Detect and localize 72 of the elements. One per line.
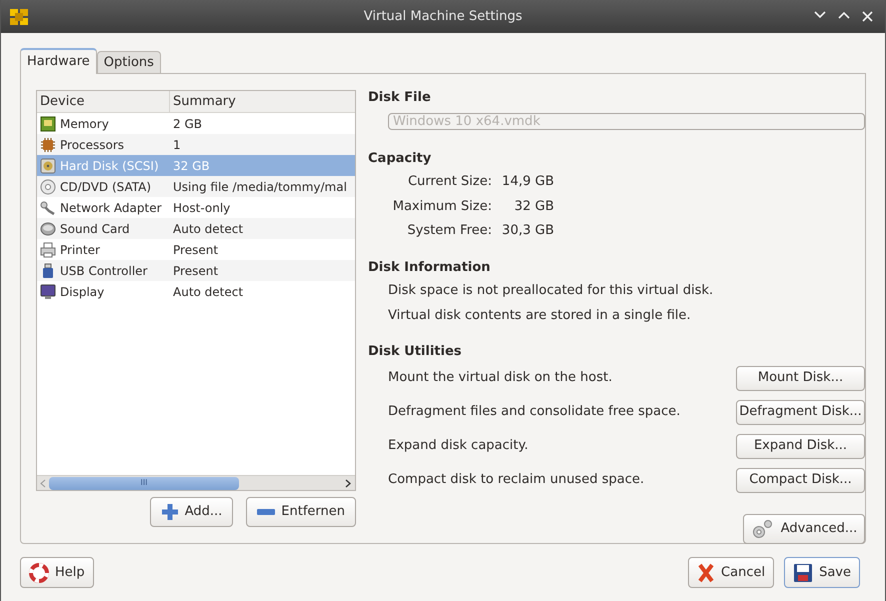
advanced-button[interactable]: Advanced... bbox=[743, 514, 865, 544]
printer-icon bbox=[40, 242, 56, 258]
maximize-icon[interactable] bbox=[838, 11, 850, 19]
remove-button[interactable]: Entfernen bbox=[246, 497, 356, 527]
utility-button[interactable]: Mount Disk... bbox=[736, 366, 865, 390]
add-button[interactable]: Add... bbox=[150, 497, 234, 527]
info-text: Disk space is not preallocated for this virtual disk. bbox=[388, 282, 714, 300]
device-summary: Host-only bbox=[172, 200, 230, 216]
column-header[interactable]: Summary bbox=[170, 91, 355, 112]
device-row[interactable]: Sound Card Auto detect bbox=[37, 218, 355, 239]
memory-icon bbox=[40, 116, 56, 132]
minimize-icon[interactable] bbox=[814, 11, 826, 19]
utility-description: Defragment files and consolidate free space. bbox=[388, 403, 680, 422]
utility-button[interactable]: Defragment Disk... bbox=[736, 400, 865, 424]
app-logo-icon bbox=[9, 8, 29, 26]
section-heading: Disk Utilities bbox=[368, 343, 463, 361]
cancel-button[interactable]: Cancel bbox=[688, 557, 774, 588]
tab[interactable]: Hardware bbox=[20, 48, 97, 74]
utility-description: Compact disk to reclaim unused space. bbox=[388, 471, 644, 490]
device-summary: 1 bbox=[172, 136, 181, 154]
field-value: 30,3 GB bbox=[500, 222, 554, 240]
cd-icon bbox=[40, 178, 56, 194]
sound-icon bbox=[40, 220, 56, 236]
minus-icon bbox=[257, 509, 276, 515]
device-summary: Present bbox=[172, 242, 218, 258]
utility-description: Mount the virtual disk on the host. bbox=[388, 369, 612, 388]
window-title: Virtual Machine Settings bbox=[364, 8, 522, 26]
device-name: USB Controller bbox=[60, 262, 148, 280]
device-name: Hard Disk (SCSI) bbox=[60, 158, 159, 174]
utility-button[interactable]: Expand Disk... bbox=[736, 434, 865, 458]
section-heading: Capacity bbox=[368, 150, 432, 168]
device-row[interactable]: USB Controller Present bbox=[37, 260, 355, 281]
display-icon bbox=[40, 284, 56, 300]
utility-description: Expand disk capacity. bbox=[388, 437, 528, 456]
device-name: Sound Card bbox=[60, 220, 130, 238]
plus-icon bbox=[160, 503, 179, 521]
field-value: 14,9 GB bbox=[500, 173, 554, 191]
device-summary: Auto detect bbox=[172, 220, 244, 238]
floppy-icon bbox=[793, 562, 814, 582]
cross-icon bbox=[697, 562, 716, 582]
close-icon[interactable] bbox=[862, 11, 873, 22]
processor-icon bbox=[40, 136, 56, 152]
column-header[interactable]: Device bbox=[37, 91, 170, 112]
utility-button[interactable]: Compact Disk... bbox=[736, 468, 865, 492]
device-name: Display bbox=[60, 284, 104, 300]
device-summary: Using file /media/tommy/mal bbox=[172, 178, 347, 196]
device-name: Network Adapter bbox=[60, 200, 162, 216]
grip-text: III bbox=[140, 479, 148, 487]
save-button[interactable]: Save bbox=[784, 557, 860, 588]
section-heading: Disk Information bbox=[368, 258, 492, 276]
lifebuoy-icon bbox=[29, 562, 49, 582]
device-summary: 32 GB bbox=[172, 158, 210, 174]
device-name: Processors bbox=[60, 136, 124, 154]
field-label: System Free: bbox=[406, 222, 492, 240]
device-summary: Present bbox=[172, 262, 218, 280]
section-heading: Disk File bbox=[368, 89, 432, 107]
field-value: 32 GB bbox=[513, 198, 554, 216]
device-summary: 2 GB bbox=[172, 116, 202, 132]
usb-icon bbox=[40, 262, 56, 278]
info-text: Virtual disk contents are stored in a single file. bbox=[388, 306, 692, 324]
field-label: Current Size: bbox=[406, 173, 492, 191]
device-name: Memory bbox=[60, 116, 109, 132]
field-label: Maximum Size: bbox=[392, 198, 492, 216]
gears-icon bbox=[750, 518, 773, 538]
device-name: Printer bbox=[60, 242, 100, 258]
device-row[interactable]: CD/DVD (SATA) Using file /media/tommy/mal bbox=[37, 176, 355, 197]
tab[interactable]: Options bbox=[96, 51, 161, 73]
device-name: CD/DVD (SATA) bbox=[60, 178, 152, 196]
device-row[interactable]: Processors 1 bbox=[37, 134, 355, 155]
help-button[interactable]: Help bbox=[20, 557, 94, 588]
device-summary: Auto detect bbox=[172, 284, 244, 300]
network-icon bbox=[40, 200, 56, 216]
